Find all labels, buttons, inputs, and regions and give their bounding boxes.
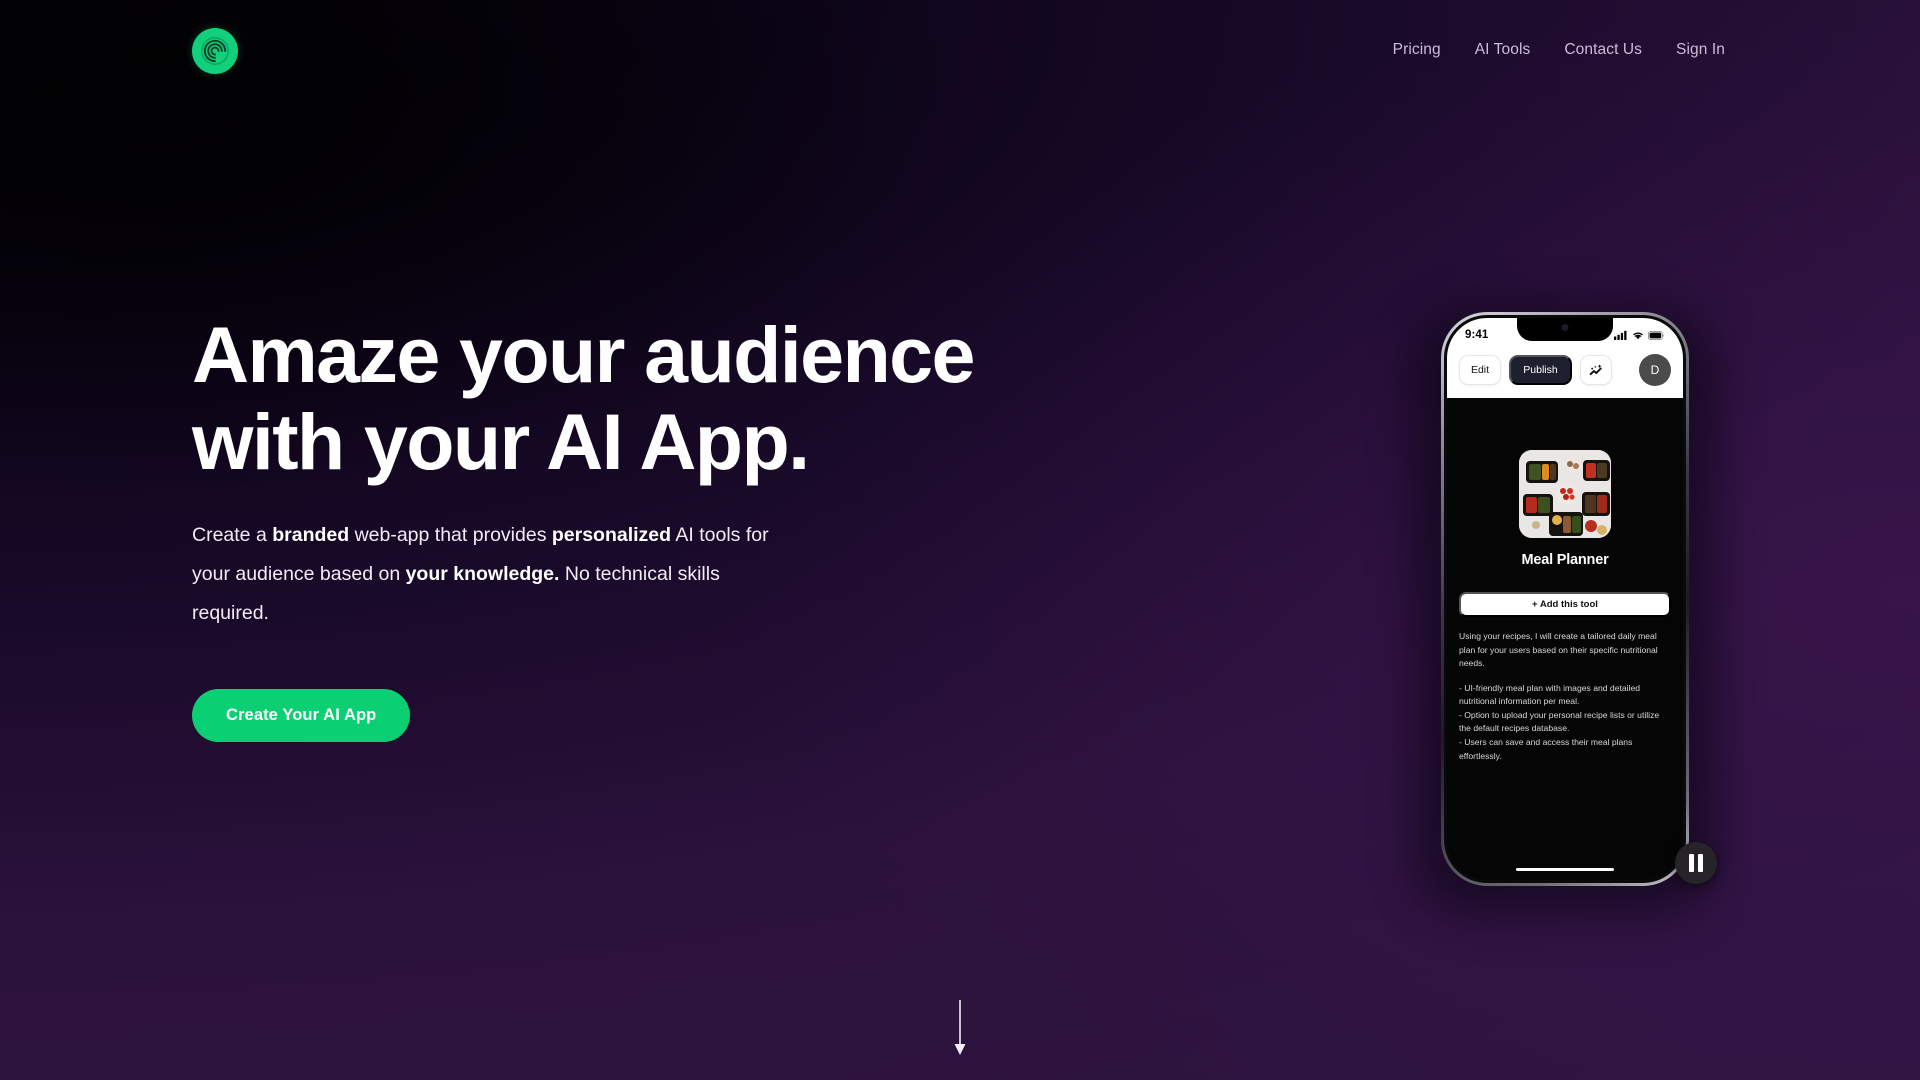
subtitle-bold-branded: branded <box>272 523 350 546</box>
nav-item-ai-tools[interactable]: AI Tools <box>1475 41 1531 59</box>
hero-subtitle: Create a branded web-app that provides p… <box>192 516 792 633</box>
tool-description-bullet-1: - UI-friendly meal plan with images and … <box>1459 682 1641 707</box>
phone-mockup: 9:41 Edit Publish D Meal Planner + Add t… <box>1413 300 1717 914</box>
user-avatar[interactable]: D <box>1639 354 1671 386</box>
edit-button[interactable]: Edit <box>1459 355 1501 385</box>
phone-bezel: 9:41 Edit Publish D Meal Planner + Add t… <box>1444 315 1686 883</box>
subtitle-text-2: web-app that provides <box>349 523 552 546</box>
brand-logo[interactable] <box>185 21 245 81</box>
nav-item-contact-us[interactable]: Contact Us <box>1564 41 1642 59</box>
spiral-circle-logo-icon <box>192 28 238 74</box>
subtitle-bold-knowledge: your knowledge. <box>405 562 560 585</box>
home-indicator <box>1516 867 1614 871</box>
app-content: Meal Planner + Add this tool Using your … <box>1447 398 1683 880</box>
nav-item-pricing[interactable]: Pricing <box>1393 41 1441 59</box>
site-header: Pricing AI Tools Contact Us Sign In <box>0 0 1920 100</box>
tool-description-bullet-2: - Option to upload your personal recipe … <box>1459 709 1660 734</box>
status-time: 9:41 <box>1465 329 1489 341</box>
pause-icon <box>1689 854 1694 872</box>
tool-hero: Meal Planner <box>1459 398 1671 568</box>
tool-title: Meal Planner <box>1521 552 1609 568</box>
meal-prep-containers-photo <box>1519 450 1611 538</box>
create-your-ai-app-button[interactable]: Create Your AI App <box>192 688 411 742</box>
magic-tools-button[interactable] <box>1580 355 1612 385</box>
phone-frame: 9:41 Edit Publish D Meal Planner + Add t… <box>1441 312 1689 886</box>
sparkle-chart-icon <box>1589 363 1602 375</box>
publish-button[interactable]: Publish <box>1509 355 1572 385</box>
app-toolbar: Edit Publish D <box>1447 344 1683 398</box>
down-arrow-icon <box>954 1000 966 1055</box>
front-camera-icon <box>1561 324 1569 331</box>
wifi-icon <box>1633 332 1643 340</box>
status-icons <box>1614 330 1665 340</box>
app-top-bar: 9:41 Edit Publish D <box>1447 318 1683 398</box>
add-this-tool-button[interactable]: + Add this tool <box>1459 592 1671 617</box>
subtitle-bold-personalized: personalized <box>551 523 672 546</box>
subtitle-text-1: Create a <box>192 523 273 546</box>
pause-icon-bar-2 <box>1698 854 1703 872</box>
primary-nav: Pricing AI Tools Contact Us Sign In <box>1393 0 1725 100</box>
battery-icon <box>1648 330 1665 340</box>
hero-section: Amaze your audience with your AI App. Cr… <box>192 310 1092 742</box>
tool-description-intro: Using your recipes, I will create a tail… <box>1459 631 1658 669</box>
phone-screen: 9:41 Edit Publish D Meal Planner + Add t… <box>1447 318 1683 880</box>
tool-description-bullet-3: - Users can save and access their meal p… <box>1459 737 1633 761</box>
cellular-signal-icon <box>1614 330 1627 340</box>
hero-headline: Amaze your audience with your AI App. <box>192 310 975 486</box>
tool-description: Using your recipes, I will create a tail… <box>1459 630 1671 763</box>
scroll-down-indicator[interactable] <box>948 1000 972 1060</box>
nav-item-sign-in[interactable]: Sign In <box>1676 41 1725 59</box>
pause-video-button[interactable] <box>1675 842 1717 884</box>
